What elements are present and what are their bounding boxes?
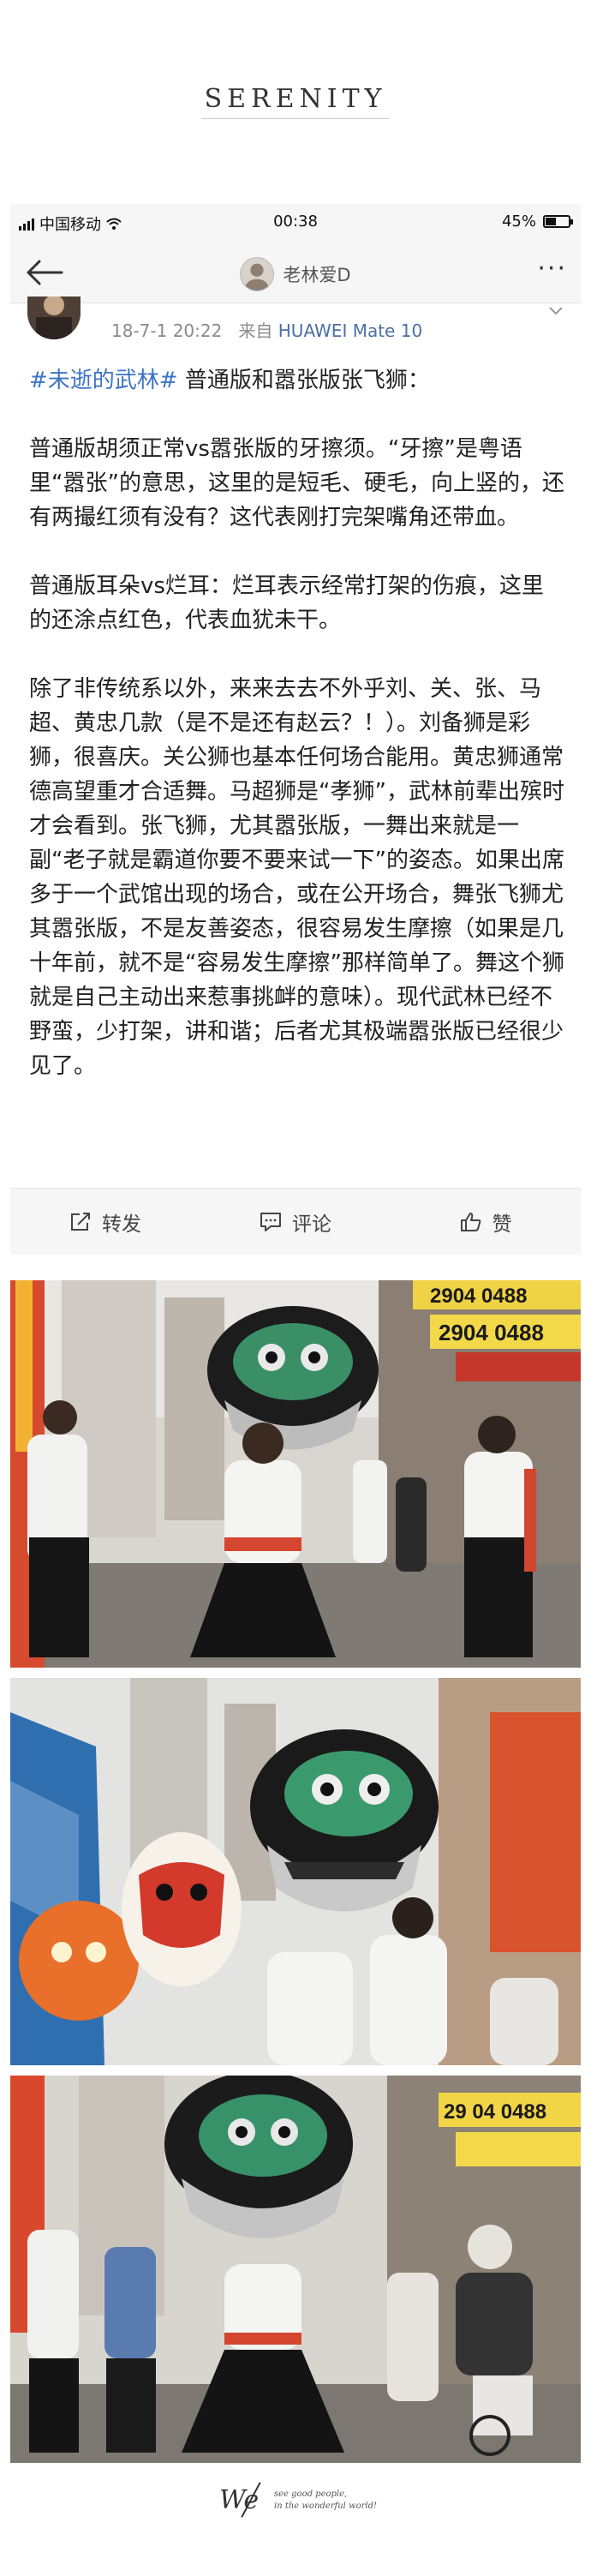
nav-user[interactable]: 老林爱D (10, 257, 581, 291)
phone-screenshot: 中国移动 00:38 45% 老林爱D ··· 18-7-1 20:22 来自 … (10, 204, 581, 2463)
shop-sign: 2904 0488 (430, 1285, 527, 1308)
post-header: 18-7-1 20:22 来自 HUAWEI Mate 10 (10, 297, 581, 353)
footer-logo: We (219, 2485, 260, 2515)
status-right: 45% (501, 213, 573, 231)
comment-button[interactable]: 评论 (200, 1189, 391, 1255)
shop-sign: 2904 0488 (439, 1320, 544, 1345)
post-device[interactable]: HUAWEI Mate 10 (278, 321, 422, 341)
status-time: 00:38 (273, 213, 318, 231)
post-meta: 18-7-1 20:22 来自 HUAWEI Mate 10 (111, 317, 422, 342)
like-button[interactable]: 赞 (391, 1189, 581, 1255)
battery-level (546, 218, 556, 225)
comment-icon (260, 1212, 281, 1231)
post-source-prefix: 来自 (238, 321, 273, 341)
action-bar: 转发 评论 赞 (10, 1188, 581, 1255)
footer-logo-block: We see good people, in the wonderful wor… (0, 2478, 591, 2530)
user-avatar[interactable] (240, 257, 275, 291)
chevron-down-icon[interactable] (548, 305, 564, 317)
post-photo-1[interactable]: 2904 0488 2904 0488 (10, 1280, 581, 1668)
post-date: 18-7-1 20:22 (111, 321, 223, 341)
post-paragraph: 普通版耳朵vs烂耳：烂耳表示经常打架的伤痕，这里的还涂点红色，代表血犹未干。 (29, 573, 544, 633)
footer-tagline-line: see good people, (274, 2489, 348, 2499)
brand-underline (201, 118, 390, 119)
nav-username[interactable]: 老林爱D (283, 261, 350, 287)
post-title: #未逝的武林# 普通版和嚣张版张飞狮： (29, 363, 565, 398)
battery-percent: 45% (501, 213, 536, 231)
repost-label: 转发 (102, 1213, 141, 1236)
repost-button[interactable]: 转发 (10, 1189, 200, 1255)
post-paragraph: 除了非传统系以外，来来去去不外乎刘、关、张、马超、黄忠几款（是不是还有赵云？！）… (29, 676, 564, 1079)
footer-tagline-line: in the wonderful world! (274, 2501, 377, 2511)
shop-sign: 29 04 0488 (444, 2100, 546, 2124)
thumbs-up-icon (460, 1212, 481, 1231)
footer-tagline: see good people, in the wonderful world! (274, 2489, 377, 2513)
more-options-icon[interactable]: ··· (537, 256, 567, 282)
poster-avatar[interactable] (27, 297, 81, 339)
comment-label: 评论 (292, 1213, 331, 1236)
battery-icon (543, 215, 573, 228)
post-photo-2[interactable] (10, 1678, 581, 2065)
post-body: #未逝的武林# 普通版和嚣张版张飞狮： 普通版胡须正常vs嚣张版的牙擦须。“牙擦… (29, 363, 565, 1117)
post-photo-3[interactable]: 29 04 0488 (10, 2076, 581, 2463)
like-label: 赞 (492, 1213, 512, 1236)
brand-title: SERENITY (204, 84, 387, 114)
post-paragraph: 普通版胡须正常vs嚣张版的牙擦须。“牙擦”是粤语里“嚣张”的意思，这里的是短毛、… (29, 436, 564, 530)
topic-link[interactable]: #未逝的武林# (29, 368, 178, 393)
post-title-text: 普通版和嚣张版张飞狮： (177, 368, 430, 393)
share-icon (71, 1212, 90, 1231)
nav-bar: 老林爱D ··· (10, 242, 581, 303)
status-bar: 中国移动 00:38 45% (10, 204, 581, 242)
